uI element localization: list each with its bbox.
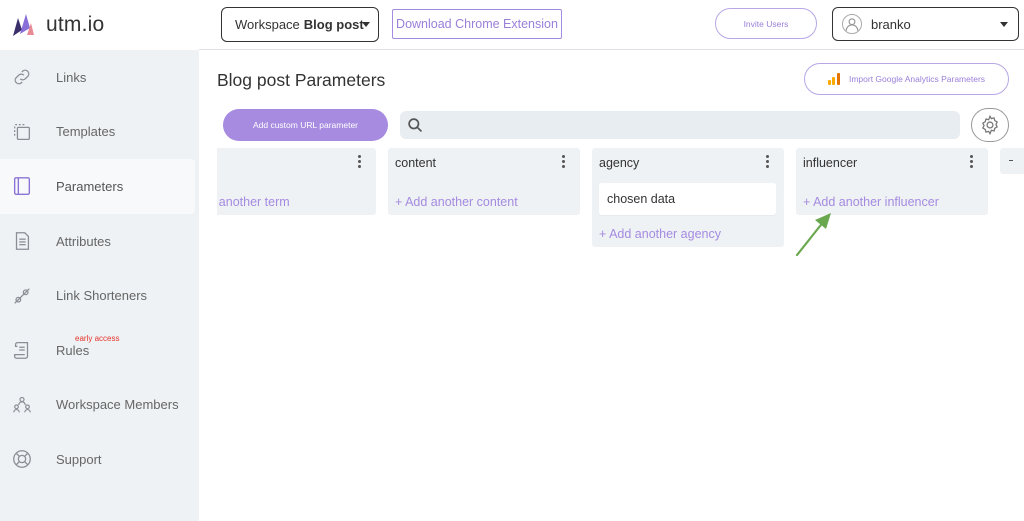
sidebar-item-templates[interactable]: Templates [0, 105, 199, 160]
add-another-term-link[interactable]: + Add another term [217, 195, 290, 209]
sidebar-item-rules[interactable]: Rules early access [0, 323, 199, 378]
user-name: branko [871, 16, 911, 32]
sidebar-item-label: Templates [56, 124, 116, 140]
members-icon [10, 393, 34, 417]
sidebar-item-label: Link Shorteners [56, 288, 148, 304]
import-google-analytics-label: Import Google Analytics Parameters [848, 74, 986, 84]
shortener-icon [10, 284, 34, 308]
board-column-term: + Add another term [217, 148, 376, 215]
column-title: content [395, 156, 437, 170]
sidebar-item-label: Attributes [56, 233, 111, 249]
add-custom-url-parameter-button[interactable]: Add custom URL parameter [223, 109, 388, 141]
column-title: influencer [803, 156, 858, 170]
board-column-agency: agency chosen data + Add another agency [592, 148, 784, 247]
sidebar: utm.io Links Templates Parameters Attrib… [0, 0, 199, 521]
app-root: utm.io Links Templates Parameters Attrib… [0, 0, 1024, 521]
document-icon [10, 229, 34, 253]
workspace-prefix: Workspace [235, 17, 300, 32]
user-avatar-icon [845, 18, 859, 31]
sidebar-nav: Links Templates Parameters Attributes Li… [0, 50, 199, 487]
brand-name: utm.io [46, 13, 105, 36]
page-title: Blog post Parameters [217, 70, 386, 90]
link-icon [10, 65, 34, 89]
search-icon [408, 117, 423, 132]
sidebar-item-links[interactable]: Links [0, 50, 199, 105]
search-bar [400, 111, 960, 139]
column-menu-icon[interactable] [560, 155, 566, 168]
board-column-influencer: influencer + Add another influencer [796, 148, 988, 215]
sidebar-item-support[interactable]: Support [0, 432, 199, 487]
column-menu-icon[interactable] [764, 155, 770, 168]
sidebar-item-label: Links [56, 69, 87, 85]
settings-button[interactable] [971, 108, 1009, 142]
column-stub-mark [1009, 160, 1013, 161]
early-access-badge: early access [75, 333, 120, 343]
google-analytics-icon [827, 73, 840, 85]
add-another-influencer-link[interactable]: + Add another influencer [803, 195, 939, 209]
utm-logo-icon [13, 14, 34, 36]
caret-down-icon [1000, 22, 1008, 27]
gear-icon [982, 114, 998, 136]
user-menu[interactable]: branko [832, 7, 1019, 41]
parameter-value-card[interactable]: chosen data [599, 183, 776, 215]
parameter-board: + Add another term content + Add another… [217, 148, 1024, 268]
sidebar-item-workspace-members[interactable]: Workspace Members [0, 378, 199, 433]
board-column-content: content + Add another content [388, 148, 580, 215]
parameters-icon [10, 174, 34, 198]
sidebar-item-link-shorteners[interactable]: Link Shorteners [0, 268, 199, 323]
workspace-name: Blog post [303, 17, 364, 32]
lifebuoy-icon [10, 447, 34, 471]
workspace-select[interactable]: Workspace Blog post [221, 7, 379, 42]
brand[interactable]: utm.io [0, 0, 199, 50]
column-title: agency [599, 156, 640, 170]
add-another-content-link[interactable]: + Add another content [395, 195, 518, 209]
templates-icon [10, 120, 34, 144]
column-menu-icon[interactable] [968, 155, 974, 168]
sidebar-item-label: Support [56, 451, 102, 467]
sidebar-item-label: Workspace Members [56, 397, 179, 413]
search-input[interactable] [430, 112, 960, 138]
caret-down-icon [362, 22, 370, 27]
sidebar-item-label: Rules [56, 342, 90, 358]
add-another-agency-link[interactable]: + Add another agency [599, 227, 721, 241]
board-column-stub [1000, 148, 1024, 174]
sidebar-item-parameters[interactable]: Parameters [0, 159, 195, 214]
column-menu-icon[interactable] [356, 155, 362, 168]
invite-users-button[interactable]: Invite Users [715, 8, 817, 39]
topbar: Workspace Blog post Download Chrome Exte… [199, 0, 1024, 50]
sidebar-item-label: Parameters [56, 178, 124, 194]
download-chrome-extension-button[interactable]: Download Chrome Extension [392, 9, 562, 39]
avatar [842, 14, 862, 34]
import-google-analytics-button[interactable]: Import Google Analytics Parameters [804, 63, 1009, 95]
sidebar-item-attributes[interactable]: Attributes [0, 214, 199, 269]
scroll-icon [10, 338, 34, 362]
